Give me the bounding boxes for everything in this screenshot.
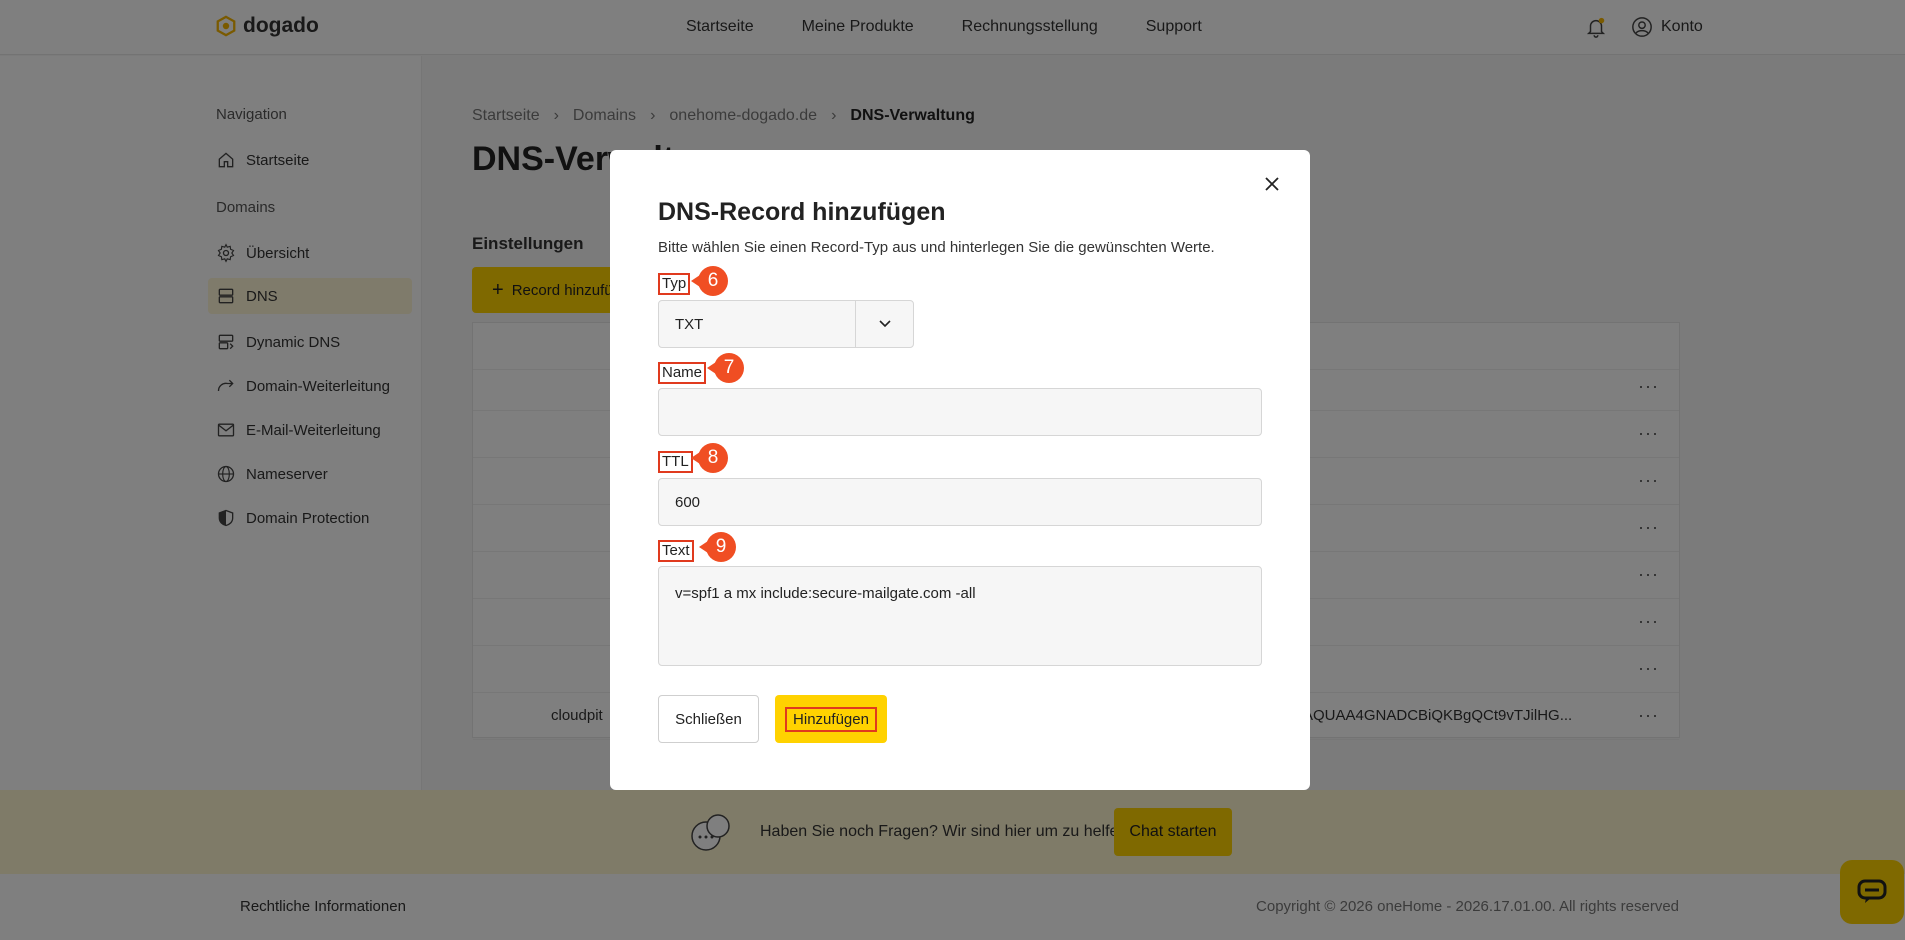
record-type-select[interactable]: TXT [658,300,914,348]
add-button-label: Hinzufügen [785,706,877,732]
dialog-title: DNS-Record hinzufügen [658,198,946,226]
close-button[interactable]: Schließen [658,695,759,743]
ttl-label: TTL [658,451,693,473]
annotation-badge-6: 6 [691,266,728,296]
record-type-value: TXT [675,316,704,333]
add-dns-record-dialog: DNS-Record hinzufügen Bitte wählen Sie e… [610,150,1310,790]
close-icon[interactable] [1260,172,1284,196]
annotation-badge-7: 7 [707,353,744,383]
name-label: Name [658,362,707,384]
dialog-subtitle: Bitte wählen Sie einen Record-Typ aus un… [658,239,1215,256]
chevron-down-icon[interactable] [855,301,913,347]
ttl-input[interactable] [658,478,1262,526]
text-label: Text [658,540,694,562]
text-input[interactable]: v=spf1 a mx include:secure-mailgate.com … [658,566,1262,666]
add-button[interactable]: Hinzufügen [775,695,887,743]
type-label: Typ [658,273,691,295]
annotation-badge-8: 8 [691,443,728,473]
name-input[interactable] [658,388,1262,436]
annotation-badge-9: 9 [699,532,736,562]
x-icon [1265,177,1279,191]
